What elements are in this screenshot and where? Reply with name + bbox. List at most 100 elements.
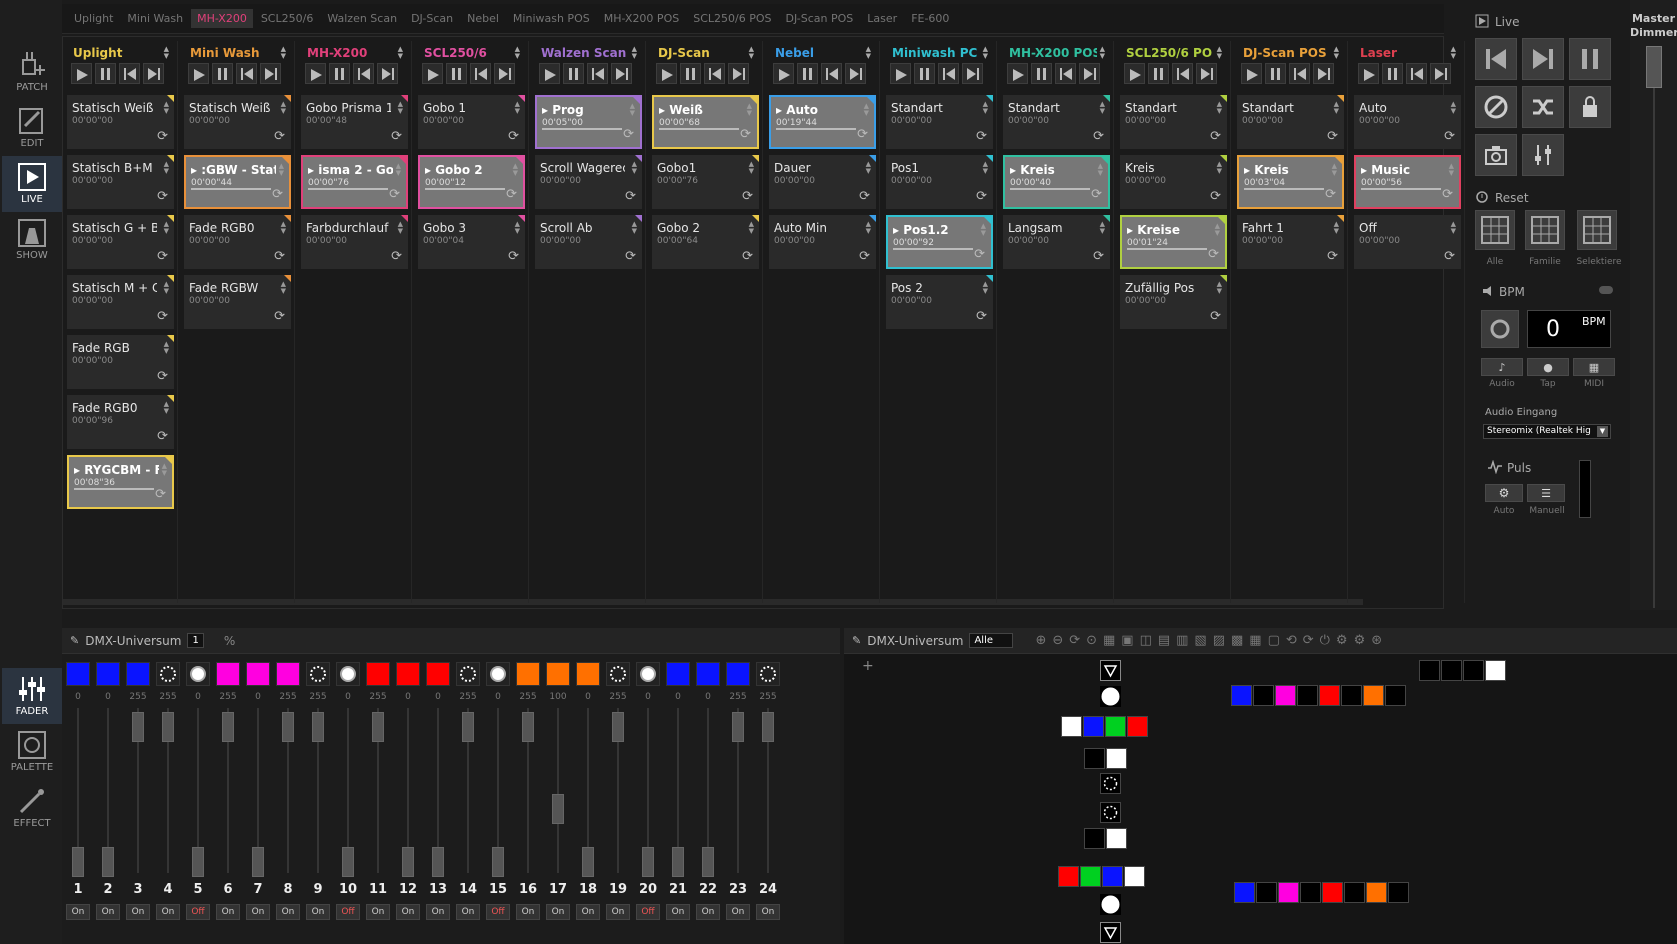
fader-knob[interactable] [552,794,564,825]
next-cue-button[interactable] [962,63,983,84]
tab-mini-wash[interactable]: Mini Wash [121,9,189,28]
previous-cue-button[interactable] [119,63,140,84]
loop-icon[interactable]: ⟳ [272,187,283,202]
next-cue-button[interactable] [377,63,398,84]
play-button[interactable] [1358,63,1379,84]
cue-order-arrows-icon[interactable]: ▲ ▼ [747,103,752,117]
loop-icon[interactable]: ⟳ [625,189,636,204]
cue-item[interactable]: ▸ :GBW - Statis 00'00"44 ▲▼ ⟳ [184,155,291,209]
cue-item[interactable]: Scroll Ab 00'00"00 ▲ ▼ ⟳ [535,215,642,269]
cuelist-header[interactable]: Mini Wash ▲ ▼ [181,41,294,63]
sort-arrows-icon[interactable]: ▲ ▼ [983,46,988,60]
cue-order-arrows-icon[interactable]: ▲ ▼ [281,221,286,235]
cue-item[interactable]: Fade RGB0 00'00"00 ▲ ▼ ⟳ [184,215,291,269]
loop-icon[interactable]: ⟳ [391,129,402,144]
cue-item[interactable]: Pos1 00'00"00 ▲ ▼ ⟳ [886,155,993,209]
cue-item[interactable]: Pos 2 00'00"00 ▲ ▼ ⟳ [886,275,993,329]
universe-filter-select[interactable]: Alle [969,633,1014,648]
cuelist-header[interactable]: Miniwash PC ▲ ▼ [883,41,996,63]
cue-order-arrows-icon[interactable]: ▲ ▼ [1451,101,1456,115]
sort-arrows-icon[interactable]: ▲ ▼ [515,46,520,60]
cue-item[interactable]: ▸ Pos1.2 00'00"92 ▲ ▼ ⟳ [886,215,993,269]
loop-icon[interactable]: ⟳ [157,369,168,384]
channel-on-toggle[interactable]: On [756,904,780,920]
fader-knob[interactable] [402,847,414,877]
cue-item[interactable]: ▸ Prog 00'05"00 ▲ ▼ ⟳ [535,95,642,149]
cue-order-arrows-icon[interactable]: ▲ ▼ [164,281,169,295]
previous-button[interactable] [1475,38,1517,80]
cue-item[interactable]: Statisch B+M 00'00"00 ▲ ▼ ⟳ [67,155,174,209]
cue-order-arrows-icon[interactable]: ▲ ▼ [1332,163,1337,177]
sort-arrows-icon[interactable]: ▲ ▼ [398,46,403,60]
cue-item[interactable]: Gobo 3 00'00"04 ▲ ▼ ⟳ [418,215,525,269]
cue-order-arrows-icon[interactable]: ▲ ▼ [281,281,286,295]
cue-order-arrows-icon[interactable]: ▲ ▼ [864,103,869,117]
sort-arrows-icon[interactable]: ▲ ▼ [749,46,754,60]
cue-order-arrows-icon[interactable]: ▲ ▼ [279,163,284,177]
cue-order-arrows-icon[interactable]: ▲ ▼ [164,161,169,175]
cue-item[interactable]: Auto Min 00'00"00 ▲ ▼ ⟳ [769,215,876,269]
next-cue-button[interactable] [1313,63,1334,84]
channel-on-toggle[interactable]: Off [636,904,660,920]
cue-order-arrows-icon[interactable]: ▲ ▼ [515,101,520,115]
fader-knob[interactable] [102,847,114,877]
pause-button[interactable] [1031,63,1052,84]
loop-icon[interactable]: ⟳ [857,127,868,142]
channel-on-toggle[interactable]: On [606,904,630,920]
channel-on-toggle[interactable]: On [726,904,750,920]
channel-on-toggle[interactable]: On [306,904,330,920]
tab-walzen-scan[interactable]: Walzen Scan [321,9,403,28]
cue-item[interactable]: Gobo Prisma 1 \ 00'00"48 ▲▼ ⟳ [301,95,408,149]
channel-on-toggle[interactable]: On [576,904,600,920]
cue-item[interactable]: ▸ Kreis 00'00"40 ▲ ▼ ⟳ [1003,155,1110,209]
next-cue-button[interactable] [611,63,632,84]
cuelist-header[interactable]: DJ-Scan POS ▲ ▼ [1234,41,1347,63]
loop-icon[interactable]: ⟳ [625,249,636,264]
loop-icon[interactable]: ⟳ [391,249,402,264]
cue-item[interactable]: Standart 00'00"00 ▲ ▼ ⟳ [886,95,993,149]
cue-order-arrows-icon[interactable]: ▲ ▼ [983,281,988,295]
tab-scl250-6-pos[interactable]: SCL250/6 POS [687,9,777,28]
loop-icon[interactable]: ⟳ [976,129,987,144]
cue-item[interactable]: Off 00'00"00 ▲ ▼ ⟳ [1354,215,1461,269]
cuelist-header[interactable]: SCL250/6 PO ▲ ▼ [1117,41,1230,63]
channel-on-toggle[interactable]: On [276,904,300,920]
fader-track[interactable] [557,708,559,873]
loop-icon[interactable]: ⟳ [157,309,168,324]
channel-on-toggle[interactable]: On [546,904,570,920]
loop-icon[interactable]: ⟳ [274,309,285,324]
channel-on-toggle[interactable]: On [126,904,150,920]
channel-on-toggle[interactable]: On [456,904,480,920]
loop-icon[interactable]: ⟳ [274,129,285,144]
pause-button[interactable] [329,63,350,84]
loop-icon[interactable]: ⟳ [157,129,168,144]
channel-on-toggle[interactable]: Off [186,904,210,920]
fader-knob[interactable] [672,847,684,877]
select-all-button[interactable] [1475,210,1515,250]
loop-icon[interactable]: ⟳ [1091,187,1102,202]
sidebar-item-palette[interactable]: PALETTE [2,724,62,780]
bpm-midi-button[interactable]: ▦ [1573,358,1615,376]
cue-item[interactable]: Statisch M + C 00'00"00 ▲ ▼ ⟳ [67,275,174,329]
cue-order-arrows-icon[interactable]: ▲ ▼ [1217,161,1222,175]
channel-on-toggle[interactable]: On [216,904,240,920]
cue-order-arrows-icon[interactable]: ▲ ▼ [866,161,871,175]
play-button[interactable] [71,63,92,84]
next-cue-button[interactable] [728,63,749,84]
universe-spinner[interactable]: 1 [187,633,204,648]
puls-manual-button[interactable]: ☰ [1527,484,1565,502]
cue-order-arrows-icon[interactable]: ▲ ▼ [749,161,754,175]
sidebar-item-fader[interactable]: FADER [2,668,62,724]
cue-item[interactable]: Standart 00'00"00 ▲ ▼ ⟳ [1120,95,1227,149]
previous-cue-button[interactable] [587,63,608,84]
sort-arrows-icon[interactable]: ▲ ▼ [1100,46,1105,60]
pause-button[interactable] [1569,38,1611,80]
bpm-toggle[interactable] [1599,286,1613,294]
cuelist-header[interactable]: DJ-Scan ▲ ▼ [649,41,762,63]
loop-icon[interactable]: ⟳ [1325,187,1336,202]
play-button[interactable] [773,63,794,84]
cue-item[interactable]: Gobo 1 00'00"00 ▲ ▼ ⟳ [418,95,525,149]
cue-item[interactable]: ▸ RYGCBM - Fa 00'08"36 ▲▼ ⟳ [67,455,174,509]
fader-knob[interactable] [282,712,294,742]
cue-item[interactable]: ▸ isma 2 - Gob 00'00"76 ▲▼ ⟳ [301,155,408,209]
